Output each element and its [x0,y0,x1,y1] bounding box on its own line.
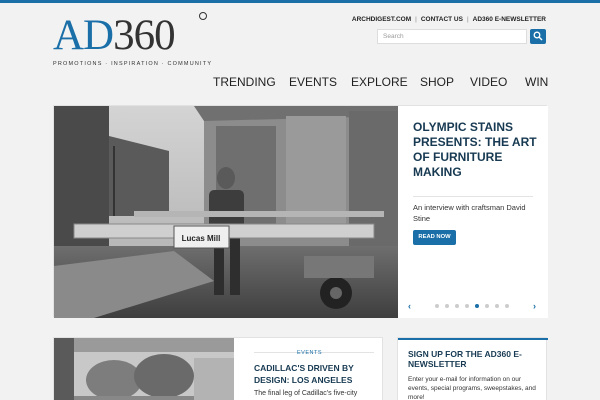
logo-tagline: PROMOTIONS · INSPIRATION · COMMUNITY [53,61,213,67]
search-icon [533,31,543,41]
slide-dot[interactable] [495,304,499,308]
prev-arrow-icon[interactable]: ‹ [408,301,411,311]
nav-item-trending[interactable]: TRENDING [213,75,276,89]
event-card-photo[interactable] [54,338,234,400]
hero-slider: Lucas Mill OLYMPIC STAINS PRESENTS: THE … [53,105,548,318]
slide-dot[interactable] [445,304,449,308]
logo-degree-mark [199,12,207,20]
hero-photo[interactable]: Lucas Mill [54,106,398,318]
logo-wordmark: AD360 [53,14,213,58]
util-link-newsletter[interactable]: AD360 E-NEWSLETTER [473,16,546,23]
event-card-description: The final leg of Cadillac's five-city [254,390,358,397]
nav-item-win[interactable]: WIN [525,75,548,89]
slide-dot[interactable] [505,304,509,308]
event-card-title[interactable]: CADILLAC'S DRIVEN BY DESIGN: LOS ANGELES [254,362,379,386]
newsletter-title: SIGN UP FOR THE AD360 E-NEWSLETTER [408,349,522,369]
mill-sign: Lucas Mill [182,234,221,243]
utility-links: ARCHDIGEST.COM | CONTACT US | AD360 E-NEWSLE… [352,16,546,23]
logo-360: 360 [113,12,175,59]
nav-item-shop[interactable]: SHOP [420,75,454,89]
util-link-archdigest[interactable]: ARCHDIGEST.COM [352,16,411,23]
slide-dot[interactable] [455,304,459,308]
util-separator: | [415,16,417,23]
search-input[interactable]: Search [377,29,527,44]
hero-text-panel: OLYMPIC STAINS PRESENTS: THE ART OF FURN… [398,106,548,318]
ad360-logo[interactable]: AD360 PROMOTIONS · INSPIRATION · COMMUNI… [53,12,213,69]
top-accent-bar [0,0,600,3]
next-arrow-icon[interactable]: › [533,301,536,311]
util-link-contact[interactable]: CONTACT US [421,16,463,23]
slide-dot[interactable] [465,304,469,308]
hero-divider [413,196,533,197]
event-photo [54,338,234,400]
hero-title[interactable]: OLYMPIC STAINS PRESENTS: THE ART OF FURN… [413,120,543,180]
newsletter-description: Enter your e-mail for information on our… [408,376,536,400]
nav-item-explore[interactable]: EXPLORE [351,75,408,89]
nav-item-video[interactable]: VIDEO [470,75,507,89]
hero-description: An interview with craftsman David Stine [413,203,526,223]
newsletter-card: SIGN UP FOR THE AD360 E-NEWSLETTER Enter… [397,337,548,400]
newsletter-accent-bar [398,338,548,340]
slide-dot[interactable] [485,304,489,308]
slide-dot[interactable] [475,304,479,308]
main-nav: TRENDING EVENTS EXPLORE SHOP VIDEO WIN [0,75,600,95]
read-now-button[interactable]: READ NOW [413,230,456,245]
event-category[interactable]: EVENTS [297,350,322,356]
event-card[interactable]: EVENTS CADILLAC'S DRIVEN BY DESIGN: LOS … [53,337,383,400]
search-button[interactable] [530,29,546,44]
logo-ad: AD [53,12,114,59]
slide-dots [435,304,515,310]
sawmill-photo: Lucas Mill [54,106,398,318]
nav-item-events[interactable]: EVENTS [289,75,337,89]
slide-dot[interactable] [435,304,439,308]
util-separator: | [466,16,469,23]
